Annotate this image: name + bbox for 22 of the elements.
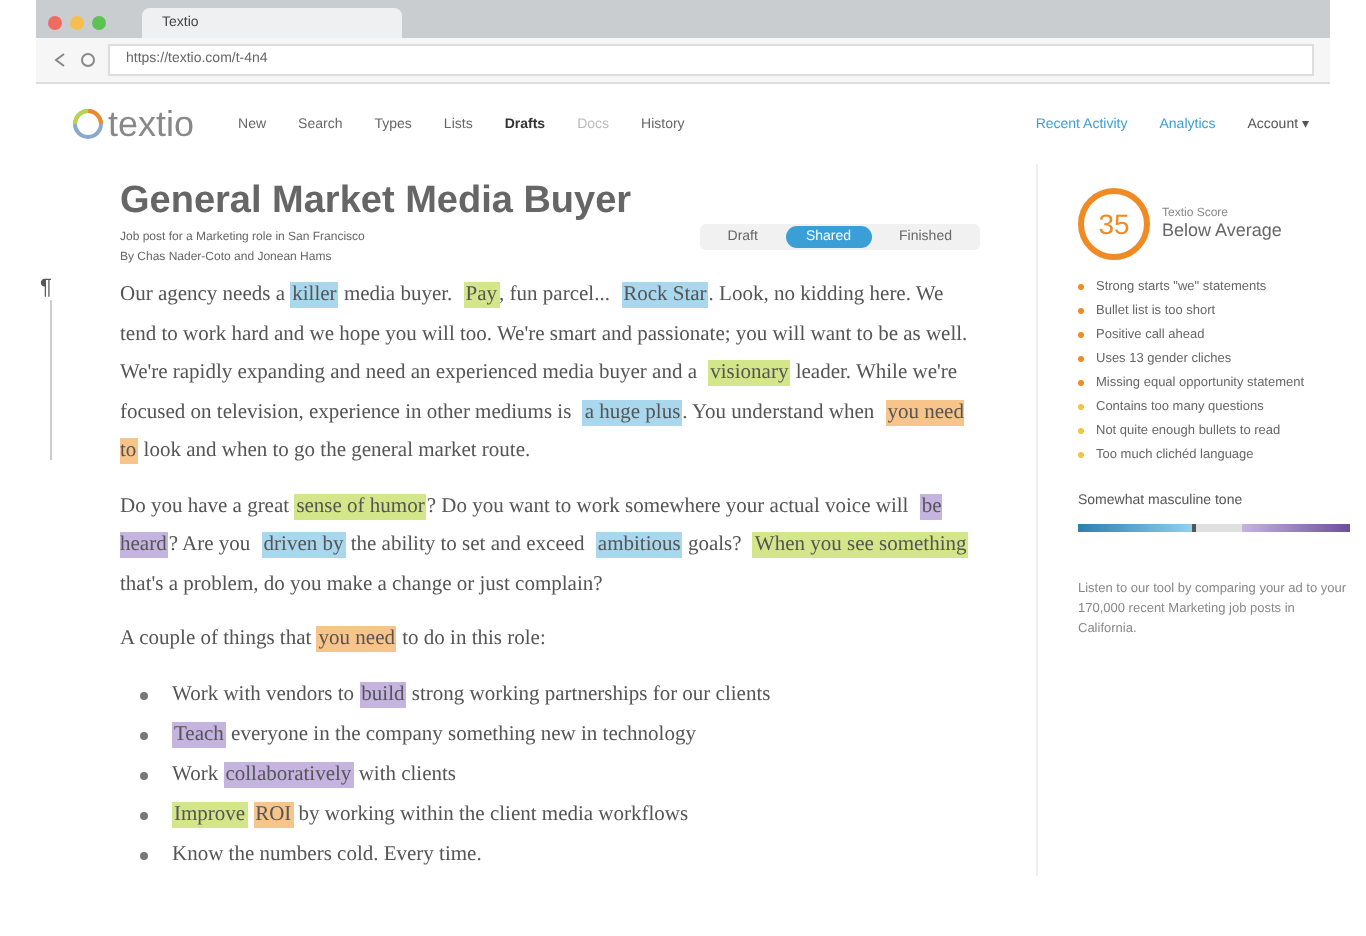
back-icon[interactable] <box>52 52 68 68</box>
textio-logo[interactable]: textio <box>72 103 195 145</box>
bullet-text: Improve ROI by working within the client media workflows <box>172 804 689 826</box>
score-rating: Below Average <box>1162 220 1282 240</box>
bullet-icon <box>140 691 148 699</box>
bullet-icon <box>140 811 148 819</box>
minimize-window-icon[interactable] <box>70 15 84 29</box>
document-title: General Market Media Buyer <box>120 180 632 224</box>
body-paragraph: Our agency needs a killer media buyer. Pay, fun parcel... Rock Star. Look, no kidding here. We tend to work hard and we hope you will too. We're smart and passionate; you will want to be as well. We're rapidly expanding and need an experienced media buyer and a visionary leader. While we're focused on television, experience in other mediums is a huge plus. You understand when you need to look and when to go the general market route. <box>120 280 970 468</box>
bullet-text: Work with vendors to build strong working partnerships for our clients <box>172 684 771 706</box>
body-paragraph: Do you have a great sense of humor? Do you want to work somewhere your actual voice will be heard? Are you driven by the ability to set and exceed ambitious goals? When you see something that's a problem, do you make a change or just complain? <box>120 491 971 599</box>
bullet-icon <box>140 731 148 739</box>
bullet-icon <box>140 851 148 859</box>
close-window-icon[interactable] <box>48 15 62 29</box>
bullet-icon <box>140 771 148 779</box>
paragraph-mark: ¶ <box>40 276 52 300</box>
body-paragraph: A couple of things that you need to do in this role: <box>120 624 548 656</box>
bullet-text: Know the numbers cold. Every time. <box>172 844 482 866</box>
maximize-window-icon[interactable] <box>92 15 106 29</box>
bullet-text: Work collaboratively with clients <box>172 764 457 786</box>
score-badge: 35 <box>1078 188 1150 260</box>
bullet-text: Teach everyone in the company something new in technology <box>172 724 696 746</box>
